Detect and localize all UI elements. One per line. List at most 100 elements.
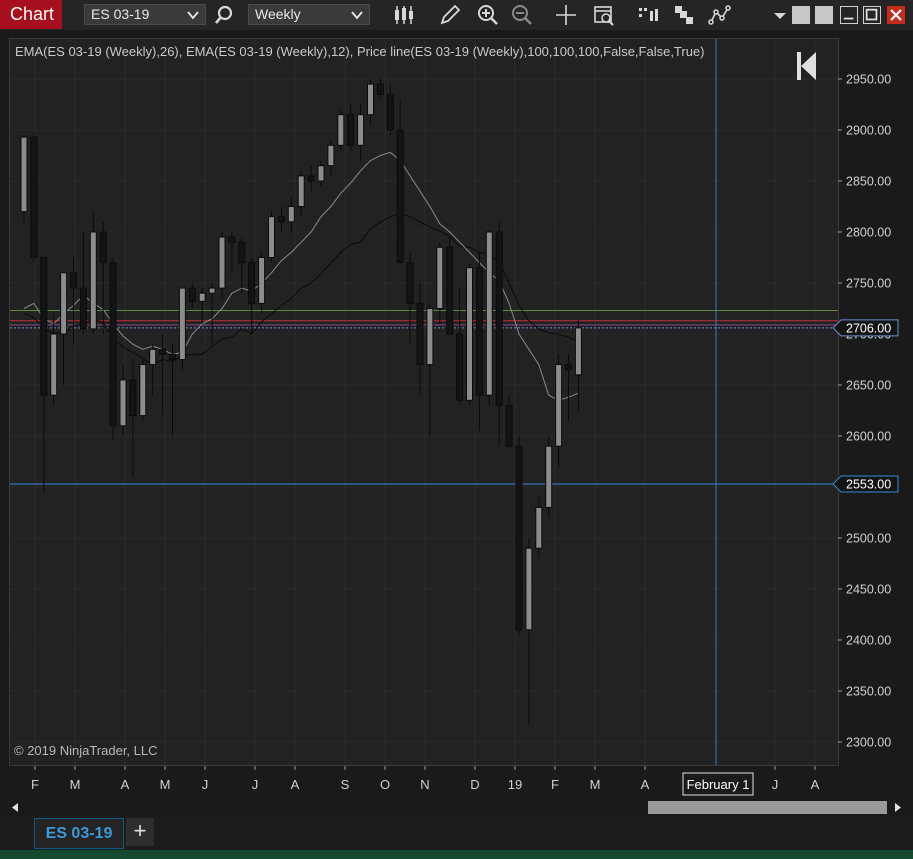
candle-body	[238, 241, 246, 264]
y-tick-label: 2750.00	[846, 277, 891, 291]
candle-body	[40, 257, 48, 396]
candle-body	[149, 348, 157, 366]
candle-body	[50, 333, 58, 396]
candle-body	[30, 136, 38, 258]
x-tick-label: N	[420, 777, 429, 792]
candle-body	[376, 83, 384, 95]
x-tick-label: J	[772, 777, 779, 792]
x-tick-label: M	[160, 777, 171, 792]
y-tick-label: 2350.00	[846, 685, 891, 699]
x-tick-label: S	[341, 777, 350, 792]
copyright-text: © 2019 NinjaTrader, LLC	[14, 743, 158, 758]
y-tick-label: 2800.00	[846, 226, 891, 240]
candle-body	[159, 348, 167, 355]
candle-body	[208, 287, 216, 294]
candle-body	[178, 287, 186, 361]
y-tick-label: 2650.00	[846, 379, 891, 393]
scroll-to-end-icon[interactable]	[797, 52, 816, 80]
scroll-thumb[interactable]	[648, 801, 887, 814]
candle-body	[277, 216, 285, 223]
x-tick-label: A	[641, 777, 650, 792]
candle-body	[297, 175, 305, 207]
y-tick-label: 2500.00	[846, 532, 891, 546]
y-tick-label: 2950.00	[846, 73, 891, 87]
price-marker-label: 2706.00	[846, 321, 891, 335]
candle-body	[446, 246, 454, 335]
candle-body	[545, 445, 553, 508]
scroll-right-icon[interactable]	[895, 803, 901, 812]
candle-body	[396, 129, 404, 264]
y-tick-label: 2300.00	[846, 736, 891, 750]
x-tick-label: J	[252, 777, 259, 792]
x-tick-label: F	[31, 777, 39, 792]
candle-body	[515, 445, 523, 631]
candle-body	[406, 262, 414, 304]
candle-body	[574, 327, 582, 376]
candle-body	[228, 236, 236, 243]
price-marker-label: 2553.00	[846, 477, 891, 491]
x-tick-label: J	[202, 777, 209, 792]
x-tick-label: M	[70, 777, 81, 792]
add-tab-button[interactable]: +	[126, 818, 154, 846]
indicator-label: EMA(ES 03-19 (Weekly),26), EMA(ES 03-19 …	[15, 44, 705, 59]
candle-body	[119, 379, 127, 427]
candle-body	[485, 231, 493, 396]
candle-body	[268, 216, 275, 258]
candle-body	[129, 379, 137, 417]
y-tick-label: 2400.00	[846, 634, 891, 648]
price-chart[interactable]: 2950.002900.002850.002800.002750.002700.…	[0, 0, 913, 798]
candle-body	[287, 206, 295, 223]
candle-body	[99, 231, 107, 264]
scroll-left-icon[interactable]	[12, 803, 18, 812]
candle-body	[525, 547, 533, 631]
candle-body	[367, 83, 374, 116]
candle-body	[456, 333, 464, 401]
status-bar	[0, 850, 913, 859]
candle-body	[416, 302, 424, 366]
candle-body	[307, 175, 315, 182]
horizontal-scrollbar[interactable]	[9, 799, 904, 816]
y-tick-label: 2450.00	[846, 583, 891, 597]
candle-body	[188, 287, 196, 302]
candle-body	[555, 364, 563, 447]
x-tick-label: A	[811, 777, 820, 792]
candle-body	[436, 246, 444, 310]
candle-body	[337, 114, 345, 146]
candle-body	[475, 267, 483, 396]
candle-body	[565, 364, 572, 371]
candle-body	[317, 165, 325, 182]
candle-body	[466, 267, 473, 401]
x-tick-label: A	[291, 777, 300, 792]
ema-26-line	[23, 213, 579, 366]
candle-body	[327, 144, 335, 167]
y-tick-label: 2900.00	[846, 124, 891, 138]
y-tick-label: 2850.00	[846, 175, 891, 189]
crosshair-date-label: February 1	[687, 777, 750, 792]
candle-body	[60, 272, 68, 335]
candle-body	[169, 353, 176, 360]
x-tick-label: M	[590, 777, 601, 792]
x-tick-label: O	[380, 777, 390, 792]
candle-body	[248, 262, 256, 304]
x-tick-label: 19	[508, 777, 522, 792]
candle-body	[258, 257, 266, 304]
candle-body	[426, 308, 434, 366]
candle-body	[198, 292, 206, 302]
candle-body	[79, 287, 87, 330]
x-tick-label: F	[551, 777, 559, 792]
candle-body	[109, 262, 117, 427]
candle-body	[495, 231, 503, 406]
candle-body	[139, 364, 147, 417]
candle-body	[89, 231, 97, 330]
tab-es-03-19[interactable]: ES 03-19	[34, 818, 124, 849]
candle-body	[535, 506, 543, 549]
y-tick-label: 2600.00	[846, 430, 891, 444]
candle-body	[386, 93, 394, 131]
candle-body	[357, 114, 365, 146]
x-tick-label: A	[121, 777, 130, 792]
x-tick-label: D	[470, 777, 479, 792]
candle-body	[70, 272, 77, 289]
candle-body	[218, 236, 226, 289]
candle-body	[505, 404, 513, 447]
candle-body	[347, 114, 355, 146]
